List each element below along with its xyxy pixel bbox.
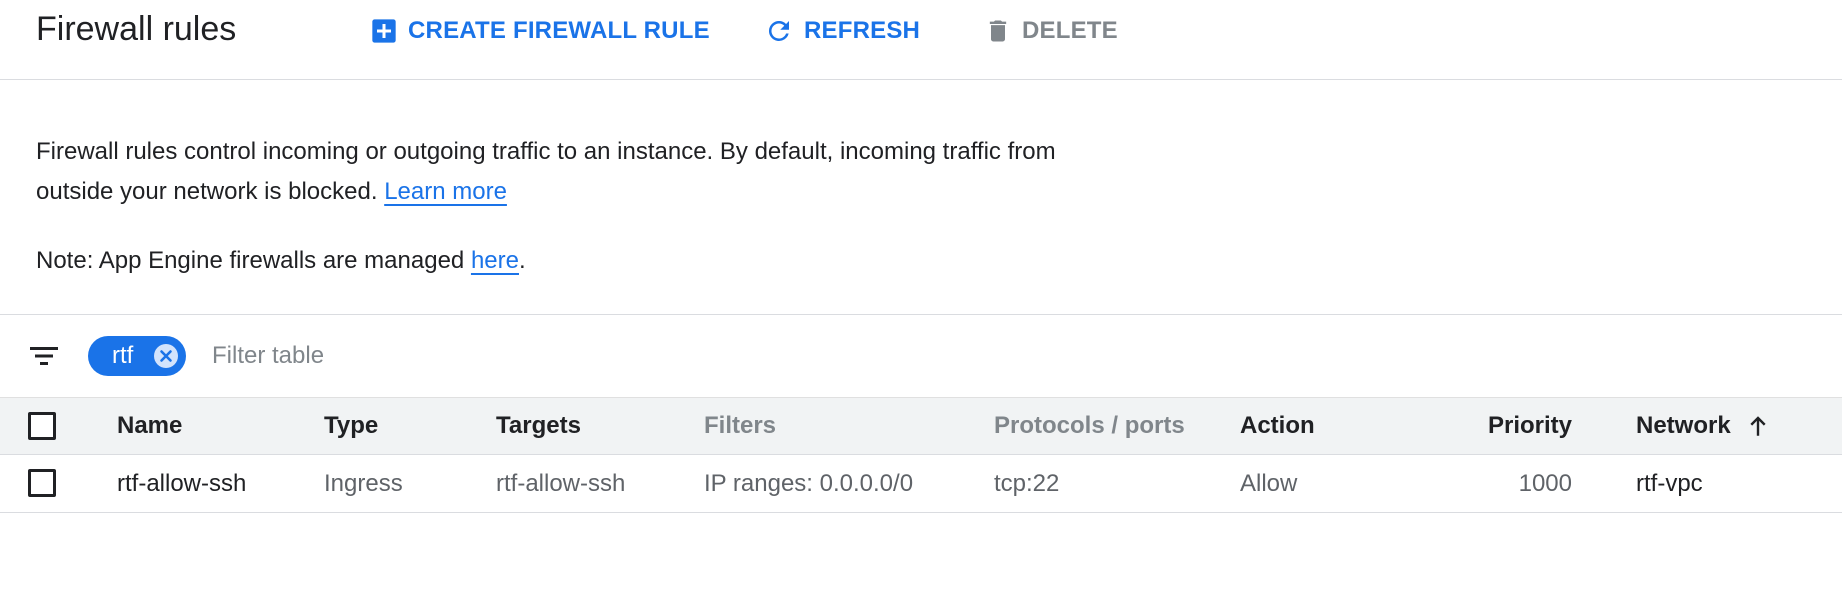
refresh-icon — [768, 20, 789, 41]
column-header-priority[interactable]: Priority — [1488, 398, 1572, 454]
info-text: Firewall rules control incoming or outgo… — [36, 138, 1056, 205]
row-checkbox[interactable] — [28, 469, 56, 497]
info-description: Firewall rules control incoming or outgo… — [36, 132, 1136, 212]
refresh-label: REFRESH — [804, 17, 921, 44]
note-prefix: Note: App Engine firewalls are managed — [36, 247, 471, 274]
filter-chip[interactable]: rtf — [88, 336, 186, 376]
cell-network[interactable]: rtf-vpc — [1636, 455, 1703, 512]
cell-filters: IP ranges: 0.0.0.0/0 — [704, 469, 914, 497]
filter-chip-label: rtf — [112, 342, 134, 369]
table-row: rtf-allow-ssh Ingress rtf-allow-ssh IP r… — [0, 455, 1842, 513]
column-header-name[interactable]: Name — [117, 398, 182, 454]
cancel-icon[interactable] — [152, 342, 180, 370]
refresh-button[interactable]: REFRESH — [764, 14, 920, 48]
filter-list-icon[interactable] — [28, 340, 60, 372]
column-header-network: Network — [1636, 412, 1731, 439]
column-header-protocols: Protocols / ports — [994, 412, 1185, 439]
filter-table-input[interactable] — [212, 336, 812, 376]
column-header-action[interactable]: Action — [1240, 398, 1315, 454]
column-header-filters: Filters — [704, 412, 777, 439]
column-header-network-wrap[interactable]: Network — [1636, 398, 1771, 454]
page-header: Firewall rules CREATE FIREWALL RULE REFR… — [0, 0, 1842, 80]
app-engine-note: Note: App Engine firewalls are managed h… — [36, 241, 526, 281]
add-box-icon — [372, 19, 396, 43]
delete-button[interactable]: DELETE — [984, 14, 1118, 48]
page-title: Firewall rules — [36, 10, 237, 48]
cell-action: Allow — [1240, 469, 1298, 497]
cell-type: Ingress — [324, 469, 403, 497]
create-firewall-rule-label: CREATE FIREWALL RULE — [408, 17, 710, 44]
arrow-up-icon[interactable] — [1745, 412, 1771, 440]
select-all-checkbox[interactable] — [28, 412, 56, 440]
trash-icon — [989, 20, 1007, 42]
cell-name[interactable]: rtf-allow-ssh — [117, 455, 246, 512]
delete-label: DELETE — [1022, 17, 1118, 44]
here-link[interactable]: here — [471, 247, 519, 274]
cell-protocols: tcp:22 — [994, 469, 1060, 497]
column-header-targets[interactable]: Targets — [496, 398, 581, 454]
cell-priority: 1000 — [1518, 469, 1572, 497]
note-suffix: . — [518, 247, 526, 274]
cell-targets: rtf-allow-ssh — [496, 469, 626, 497]
create-firewall-rule-button[interactable]: CREATE FIREWALL RULE — [370, 14, 710, 48]
column-header-type[interactable]: Type — [324, 398, 378, 454]
section-divider — [0, 314, 1842, 315]
learn-more-link[interactable]: Learn more — [384, 178, 507, 205]
table-header: Name Type Targets Filters Protocols / po… — [0, 397, 1842, 455]
